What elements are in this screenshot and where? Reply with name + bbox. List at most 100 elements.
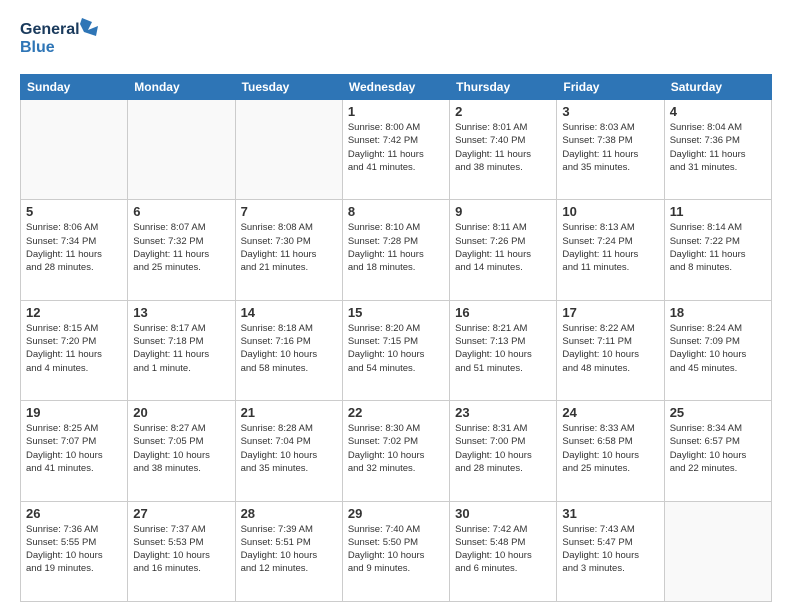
day-info: Sunrise: 8:30 AM Sunset: 7:02 PM Dayligh… [348,422,444,475]
day-number: 2 [455,104,551,119]
calendar-day-cell: 8 Sunrise: 8:10 AM Sunset: 7:28 PM Daylig… [342,200,449,300]
day-number: 7 [241,204,337,219]
day-info: Sunrise: 8:04 AM Sunset: 7:36 PM Dayligh… [670,121,766,174]
calendar-day-cell: 1 Sunrise: 8:00 AM Sunset: 7:42 PM Daylig… [342,100,449,200]
day-number: 25 [670,405,766,420]
day-info: Sunrise: 8:22 AM Sunset: 7:11 PM Dayligh… [562,322,658,375]
calendar-day-cell: 22 Sunrise: 8:30 AM Sunset: 7:02 PM Dayli… [342,401,449,501]
calendar-day-cell: 11 Sunrise: 8:14 AM Sunset: 7:22 PM Dayli… [664,200,771,300]
calendar-day-cell: 17Sunrise: 8:22 AM Sunset: 7:11 PM Dayli… [557,300,664,400]
day-number: 5 [26,204,122,219]
weekday-header-tuesday: Tuesday [235,75,342,100]
day-info: Sunrise: 7:39 AM Sunset: 5:51 PM Dayligh… [241,523,337,576]
day-info: Sunrise: 8:28 AM Sunset: 7:04 PM Dayligh… [241,422,337,475]
day-info: Sunrise: 8:27 AM Sunset: 7:05 PM Dayligh… [133,422,229,475]
calendar-day-cell: 13Sunrise: 8:17 AM Sunset: 7:18 PM Dayli… [128,300,235,400]
day-info: Sunrise: 8:34 AM Sunset: 6:57 PM Dayligh… [670,422,766,475]
day-info: Sunrise: 8:11 AM Sunset: 7:26 PM Dayligh… [455,221,551,274]
day-info: Sunrise: 8:21 AM Sunset: 7:13 PM Dayligh… [455,322,551,375]
day-number: 19 [26,405,122,420]
day-number: 16 [455,305,551,320]
empty-cell [235,100,342,200]
calendar-day-cell: 15 Sunrise: 8:20 AM Sunset: 7:15 PM Dayli… [342,300,449,400]
day-info: Sunrise: 8:17 AM Sunset: 7:18 PM Dayligh… [133,322,229,375]
calendar-day-cell: 3 Sunrise: 8:03 AM Sunset: 7:38 PM Daylig… [557,100,664,200]
calendar-day-cell: 23 Sunrise: 8:31 AM Sunset: 7:00 PM Dayli… [450,401,557,501]
day-info: Sunrise: 8:20 AM Sunset: 7:15 PM Dayligh… [348,322,444,375]
calendar-week-row: 5 Sunrise: 8:06 AM Sunset: 7:34 PM Daylig… [21,200,772,300]
day-info: Sunrise: 8:08 AM Sunset: 7:30 PM Dayligh… [241,221,337,274]
day-info: Sunrise: 7:42 AM Sunset: 5:48 PM Dayligh… [455,523,551,576]
day-number: 15 [348,305,444,320]
calendar-day-cell: 26 Sunrise: 7:36 AM Sunset: 5:55 PM Dayli… [21,501,128,601]
day-number: 1 [348,104,444,119]
day-number: 10 [562,204,658,219]
calendar-day-cell: 31 Sunrise: 7:43 AM Sunset: 5:47 PM Dayli… [557,501,664,601]
svg-text:Blue: Blue [20,39,55,56]
day-info: Sunrise: 8:03 AM Sunset: 7:38 PM Dayligh… [562,121,658,174]
day-number: 31 [562,506,658,521]
svg-text:General: General [20,21,80,38]
day-info: Sunrise: 8:00 AM Sunset: 7:42 PM Dayligh… [348,121,444,174]
calendar-week-row: 26 Sunrise: 7:36 AM Sunset: 5:55 PM Dayli… [21,501,772,601]
day-info: Sunrise: 8:31 AM Sunset: 7:00 PM Dayligh… [455,422,551,475]
calendar-day-cell: 5 Sunrise: 8:06 AM Sunset: 7:34 PM Daylig… [21,200,128,300]
calendar-day-cell: 20 Sunrise: 8:27 AM Sunset: 7:05 PM Dayli… [128,401,235,501]
day-number: 9 [455,204,551,219]
calendar-day-cell: 21 Sunrise: 8:28 AM Sunset: 7:04 PM Dayli… [235,401,342,501]
weekday-header-wednesday: Wednesday [342,75,449,100]
calendar-day-cell: 30 Sunrise: 7:42 AM Sunset: 5:48 PM Dayli… [450,501,557,601]
day-number: 23 [455,405,551,420]
day-number: 26 [26,506,122,521]
calendar-day-cell: 10 Sunrise: 8:13 AM Sunset: 7:24 PM Dayli… [557,200,664,300]
day-info: Sunrise: 8:15 AM Sunset: 7:20 PM Dayligh… [26,322,122,375]
day-info: Sunrise: 8:24 AM Sunset: 7:09 PM Dayligh… [670,322,766,375]
calendar-day-cell: 25 Sunrise: 8:34 AM Sunset: 6:57 PM Dayli… [664,401,771,501]
calendar-week-row: 19Sunrise: 8:25 AM Sunset: 7:07 PM Dayli… [21,401,772,501]
day-number: 27 [133,506,229,521]
weekday-header-saturday: Saturday [664,75,771,100]
day-info: Sunrise: 7:37 AM Sunset: 5:53 PM Dayligh… [133,523,229,576]
day-number: 30 [455,506,551,521]
day-number: 3 [562,104,658,119]
calendar-day-cell: 12Sunrise: 8:15 AM Sunset: 7:20 PM Dayli… [21,300,128,400]
day-number: 24 [562,405,658,420]
day-info: Sunrise: 8:14 AM Sunset: 7:22 PM Dayligh… [670,221,766,274]
day-info: Sunrise: 8:10 AM Sunset: 7:28 PM Dayligh… [348,221,444,274]
calendar-page: General Blue SundayMondayTuesdayWednesda… [0,0,792,612]
day-number: 8 [348,204,444,219]
calendar-day-cell: 28 Sunrise: 7:39 AM Sunset: 5:51 PM Dayli… [235,501,342,601]
header: General Blue [20,16,772,64]
calendar-day-cell: 29Sunrise: 7:40 AM Sunset: 5:50 PM Dayli… [342,501,449,601]
day-number: 11 [670,204,766,219]
day-number: 6 [133,204,229,219]
day-info: Sunrise: 7:36 AM Sunset: 5:55 PM Dayligh… [26,523,122,576]
day-info: Sunrise: 8:13 AM Sunset: 7:24 PM Dayligh… [562,221,658,274]
calendar-table: SundayMondayTuesdayWednesdayThursdayFrid… [20,74,772,602]
day-info: Sunrise: 8:07 AM Sunset: 7:32 PM Dayligh… [133,221,229,274]
calendar-week-row: 1 Sunrise: 8:00 AM Sunset: 7:42 PM Daylig… [21,100,772,200]
calendar-day-cell: 2 Sunrise: 8:01 AM Sunset: 7:40 PM Daylig… [450,100,557,200]
calendar-day-cell: 19Sunrise: 8:25 AM Sunset: 7:07 PM Dayli… [21,401,128,501]
day-number: 20 [133,405,229,420]
calendar-day-cell: 7 Sunrise: 8:08 AM Sunset: 7:30 PM Daylig… [235,200,342,300]
day-info: Sunrise: 7:43 AM Sunset: 5:47 PM Dayligh… [562,523,658,576]
day-number: 4 [670,104,766,119]
calendar-day-cell: 16 Sunrise: 8:21 AM Sunset: 7:13 PM Dayli… [450,300,557,400]
calendar-day-cell: 24 Sunrise: 8:33 AM Sunset: 6:58 PM Dayli… [557,401,664,501]
day-info: Sunrise: 8:01 AM Sunset: 7:40 PM Dayligh… [455,121,551,174]
calendar-day-cell: 4 Sunrise: 8:04 AM Sunset: 7:36 PM Daylig… [664,100,771,200]
logo: General Blue [20,16,100,64]
calendar-day-cell: 9 Sunrise: 8:11 AM Sunset: 7:26 PM Daylig… [450,200,557,300]
empty-cell [21,100,128,200]
weekday-header-thursday: Thursday [450,75,557,100]
day-number: 28 [241,506,337,521]
day-number: 21 [241,405,337,420]
calendar-day-cell: 6 Sunrise: 8:07 AM Sunset: 7:32 PM Daylig… [128,200,235,300]
empty-cell [664,501,771,601]
day-info: Sunrise: 8:33 AM Sunset: 6:58 PM Dayligh… [562,422,658,475]
day-info: Sunrise: 8:06 AM Sunset: 7:34 PM Dayligh… [26,221,122,274]
calendar-day-cell: 27 Sunrise: 7:37 AM Sunset: 5:53 PM Dayli… [128,501,235,601]
weekday-header-monday: Monday [128,75,235,100]
day-number: 22 [348,405,444,420]
